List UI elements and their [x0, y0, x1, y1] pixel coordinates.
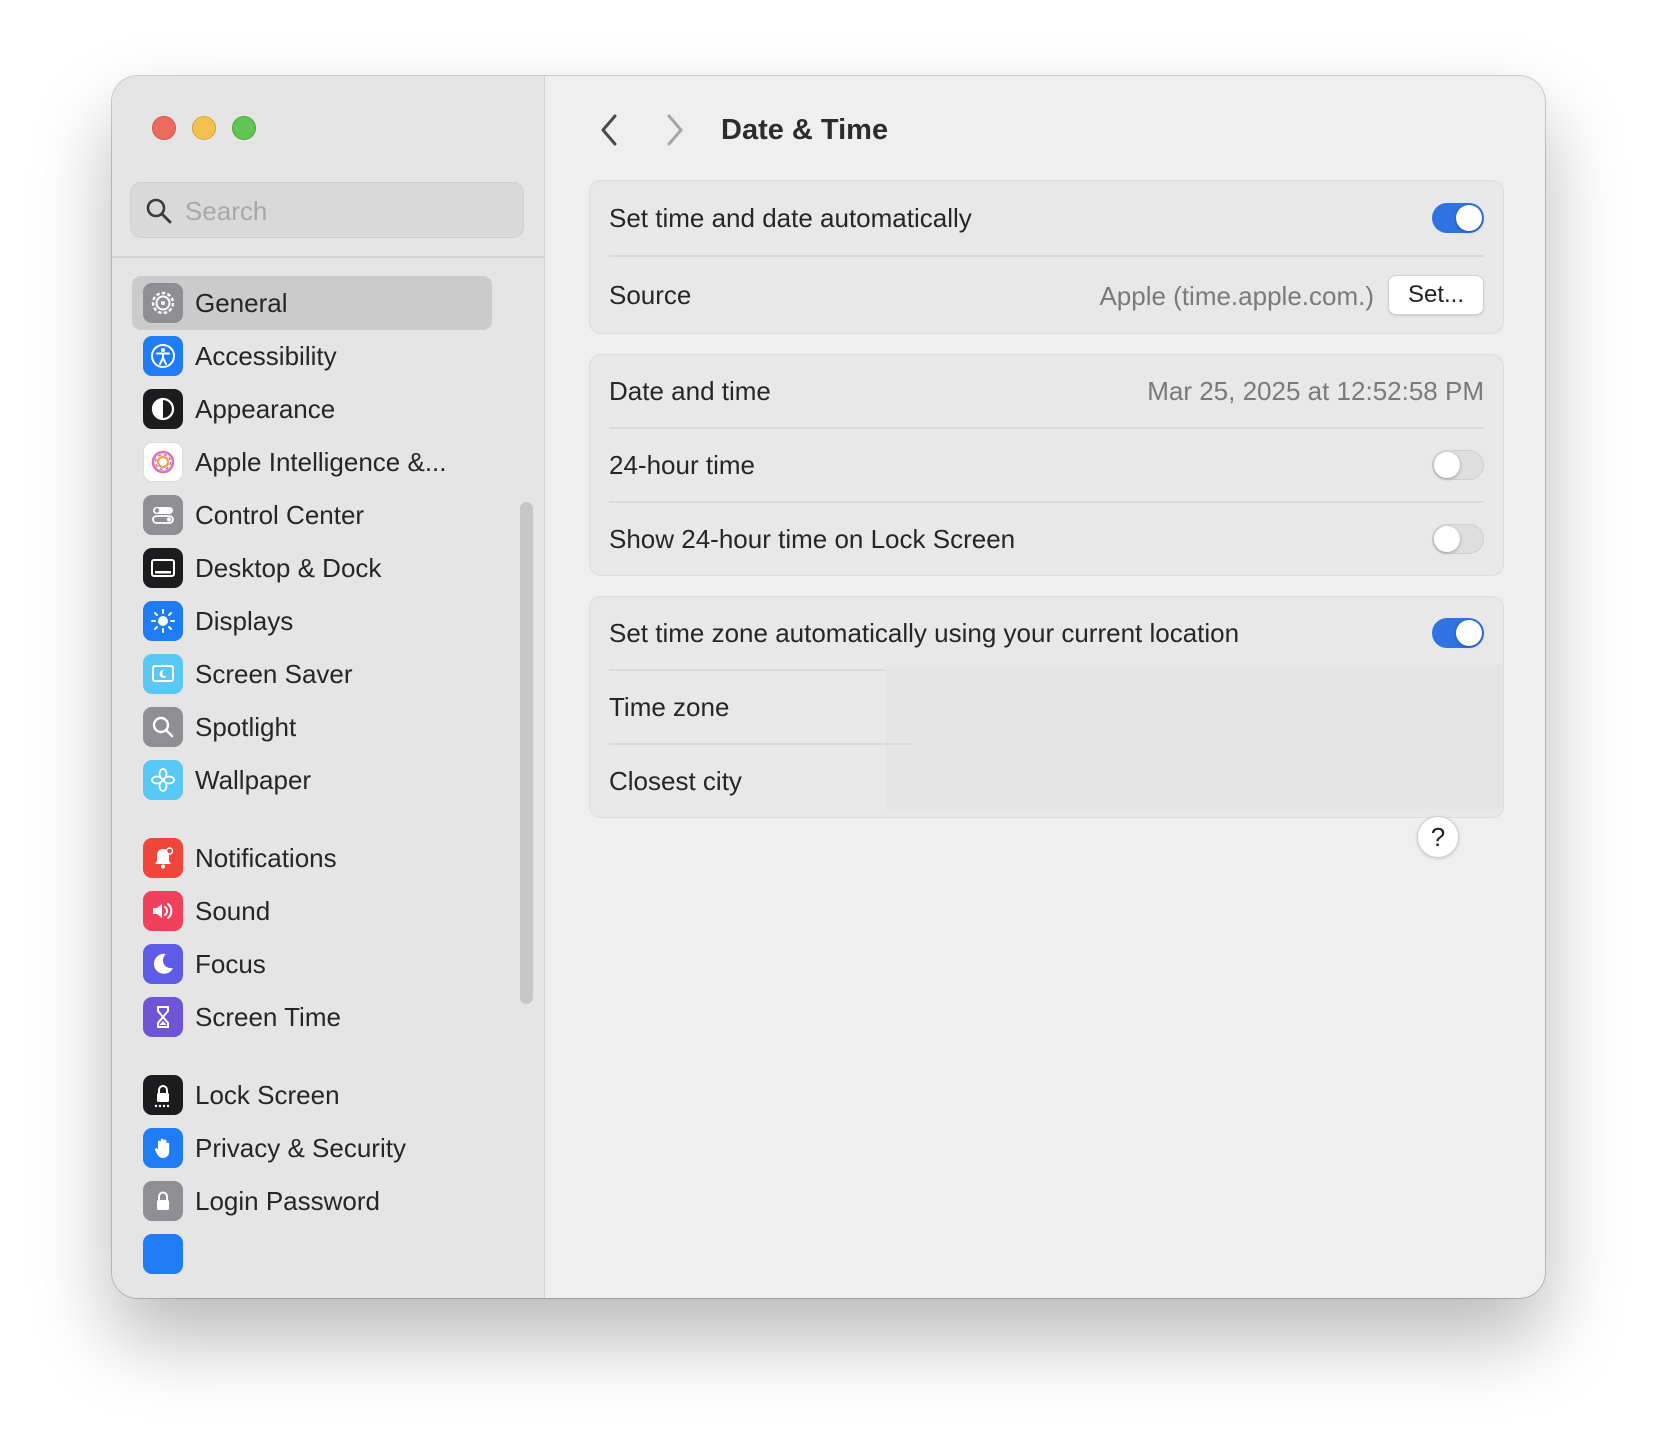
zoom-window-button[interactable] [232, 116, 256, 140]
h24-toggle[interactable] [1432, 450, 1484, 480]
sidebar-item-wallpaper[interactable]: Wallpaper [132, 753, 492, 807]
help-button[interactable]: ? [1417, 816, 1459, 858]
sidebar-item-apple-intelligence[interactable]: Apple Intelligence &... [132, 435, 492, 489]
sidebar-scrollbar[interactable] [520, 502, 533, 1004]
sidebar-item-label: Login Password [195, 1186, 380, 1216]
displays-icon [143, 601, 183, 641]
sidebar-item-label: General [195, 288, 288, 318]
h24-label: 24-hour time [609, 450, 755, 480]
toggle-knob [1456, 620, 1482, 646]
window-controls [152, 116, 256, 140]
control-center-icon [143, 495, 183, 535]
sidebar-item-label: Control Center [195, 500, 365, 530]
toggle-knob [1434, 452, 1460, 478]
time-zone-row: Time zone [609, 671, 1484, 743]
sidebar-item-label: Privacy & Security [195, 1133, 406, 1163]
toggle-knob [1434, 526, 1460, 552]
sidebar-item-label: Notifications [195, 843, 337, 873]
focus-icon [143, 944, 183, 984]
main-content: Date & Time Set time and date automatica… [545, 76, 1545, 1298]
close-window-button[interactable] [152, 116, 176, 140]
sidebar-item-displays[interactable]: Displays [132, 594, 492, 648]
sidebar-item-label: Focus [195, 949, 266, 979]
lock-screen-24h-row: Show 24-hour time on Lock Screen [609, 503, 1484, 575]
source-row: Source Apple (time.apple.com.) Set... [609, 257, 1484, 333]
set-auto-toggle[interactable] [1432, 203, 1484, 233]
sidebar-item-login-password[interactable]: Login Password [132, 1174, 492, 1228]
page-title: Date & Time [721, 114, 889, 146]
gear-icon [143, 283, 183, 323]
search-box[interactable] [130, 182, 524, 239]
sidebar-item-lock-screen[interactable]: Lock Screen [132, 1068, 492, 1122]
auto-tz-label: Set time zone automatically using your c… [609, 618, 1240, 648]
sidebar-item-label: Accessibility [195, 341, 337, 371]
sidebar-item-spotlight[interactable]: Spotlight [132, 700, 492, 754]
apple-intelligence-icon [143, 442, 183, 482]
source-value: Apple (time.apple.com.) [1099, 281, 1374, 311]
date-time-row: Date and time Mar 25, 2025 at 12:52:58 P… [609, 355, 1484, 427]
sidebar-item-appearance[interactable]: Appearance [132, 382, 492, 436]
auto-tz-row: Set time zone automatically using your c… [609, 597, 1484, 669]
sidebar-item-label: Wallpaper [195, 765, 312, 795]
accessibility-icon [143, 336, 183, 376]
spotlight-icon [143, 707, 183, 747]
sidebar-item-label: Desktop & Dock [195, 553, 382, 583]
auto-tz-toggle[interactable] [1432, 618, 1484, 648]
sidebar-item-label: Sound [195, 896, 271, 926]
set-auto-row: Set time and date automatically [609, 181, 1484, 255]
wallpaper-icon [143, 760, 183, 800]
source-label: Source [609, 280, 692, 310]
partial-item-icon [143, 1234, 183, 1274]
sidebar-item-screen-saver[interactable]: Screen Saver [132, 647, 492, 701]
sound-icon [143, 891, 183, 931]
time-zone-label: Time zone [609, 692, 730, 722]
sidebar-item-control-center[interactable]: Control Center [132, 488, 492, 542]
sidebar-item-partial[interactable] [132, 1227, 492, 1281]
sidebar-item-label: Spotlight [195, 712, 297, 742]
notifications-icon [143, 838, 183, 878]
sidebar-item-focus[interactable]: Focus [132, 937, 492, 991]
date-time-label: Date and time [609, 376, 771, 406]
sidebar-item-general[interactable]: General [132, 276, 492, 330]
sidebar-item-desktop-dock[interactable]: Desktop & Dock [132, 541, 492, 595]
sidebar-item-sound[interactable]: Sound [132, 884, 492, 938]
sidebar-item-notifications[interactable]: Notifications [132, 831, 492, 885]
sidebar-item-label: Screen Time [195, 1002, 341, 1032]
h24-row: 24-hour time [609, 429, 1484, 501]
forward-chevron-icon[interactable] [657, 110, 693, 150]
set-auto-label: Set time and date automatically [609, 203, 972, 233]
desktop-dock-icon [143, 548, 183, 588]
lock-screen-24h-label: Show 24-hour time on Lock Screen [609, 524, 1016, 554]
search-input[interactable] [183, 183, 507, 239]
minimize-window-button[interactable] [192, 116, 216, 140]
sidebar: General Accessibility Appearance Apple I… [112, 76, 545, 1298]
sidebar-item-label: Screen Saver [195, 659, 353, 689]
toggle-knob [1456, 205, 1482, 231]
time-zone-group: Set time zone automatically using your c… [589, 596, 1504, 818]
date-time-group: Date and time Mar 25, 2025 at 12:52:58 P… [589, 354, 1504, 576]
set-source-button[interactable]: Set... [1388, 275, 1484, 315]
sidebar-item-label: Lock Screen [195, 1080, 340, 1110]
sidebar-item-screen-time[interactable]: Screen Time [132, 990, 492, 1044]
privacy-hand-icon [143, 1128, 183, 1168]
sidebar-item-privacy-security[interactable]: Privacy & Security [132, 1121, 492, 1175]
date-time-value[interactable]: Mar 25, 2025 at 12:52:58 PM [1147, 355, 1484, 427]
sidebar-item-label: Displays [195, 606, 294, 636]
screen-saver-icon [143, 654, 183, 694]
sidebar-divider [112, 256, 544, 258]
sidebar-item-label: Apple Intelligence &... [195, 447, 447, 477]
back-chevron-icon[interactable] [591, 110, 627, 150]
auto-time-group: Set time and date automatically Source A… [589, 180, 1504, 334]
settings-window: General Accessibility Appearance Apple I… [112, 76, 1545, 1298]
closest-city-label: Closest city [609, 766, 742, 796]
sidebar-item-accessibility[interactable]: Accessibility [132, 329, 492, 383]
screen-time-icon [143, 997, 183, 1037]
lock-screen-icon [143, 1075, 183, 1115]
search-icon [146, 198, 172, 224]
login-password-icon [143, 1181, 183, 1221]
sidebar-item-label: Appearance [195, 394, 336, 424]
appearance-icon [143, 389, 183, 429]
lock-screen-24h-toggle[interactable] [1432, 524, 1484, 554]
closest-city-row: Closest city [609, 745, 1484, 817]
